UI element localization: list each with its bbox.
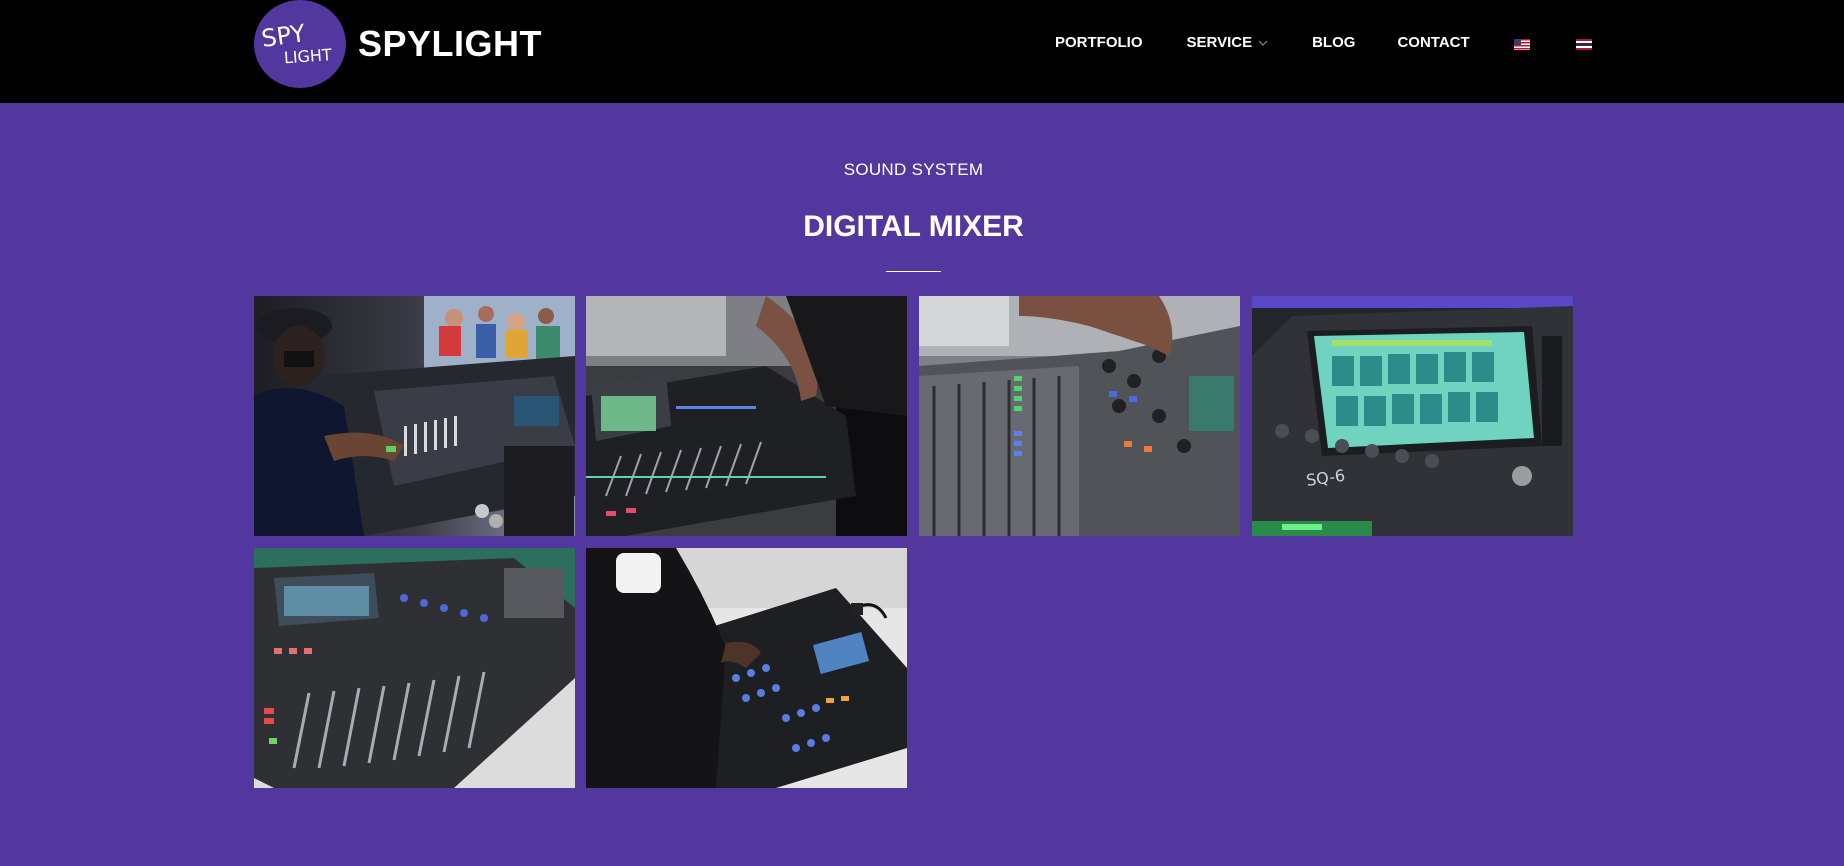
nav-blog[interactable]: BLOG (1312, 34, 1355, 51)
gallery-photo-mixer-side-view[interactable] (254, 548, 575, 788)
english-flag-icon[interactable] (1513, 37, 1530, 50)
gallery-photo-hand-on-mixer-knobs[interactable] (919, 296, 1240, 536)
page-title: DIGITAL MIXER (803, 210, 1024, 243)
spylight-logo: SPY LIGHT (254, 0, 346, 88)
nav-service-label: SERVICE (1186, 33, 1253, 51)
thai-flag-icon[interactable] (1575, 37, 1592, 50)
gallery-photo-operator-at-mixer[interactable] (254, 296, 575, 536)
title-divider (886, 271, 941, 272)
gallery-photo-technician-operating-mixer[interactable] (586, 548, 907, 788)
nav-contact[interactable]: CONTACT (1397, 34, 1469, 51)
logo-link[interactable]: SPY LIGHT SPYLIGHT (254, 0, 542, 88)
gallery-photo-mixer-faders-closeup[interactable] (586, 296, 907, 536)
main-nav: PORTFOLIO SERVICE BLOG CONTACT (1055, 30, 1592, 54)
chevron-down-icon (1258, 34, 1268, 51)
section-label: SOUND SYSTEM (843, 160, 984, 179)
brand-name: SPYLIGHT (358, 23, 543, 64)
nav-service[interactable]: SERVICE (1187, 34, 1269, 51)
svg-text:LIGHT: LIGHT (283, 45, 332, 67)
gallery-photo-sq6-screen[interactable]: SQ-6 (1252, 296, 1573, 536)
photo-gallery: SQ-6 (254, 296, 1574, 790)
nav-portfolio[interactable]: PORTFOLIO (1055, 34, 1143, 51)
site-header: SPY LIGHT SPYLIGHT PORTFOLIO SERVICE BLO… (0, 0, 1844, 103)
